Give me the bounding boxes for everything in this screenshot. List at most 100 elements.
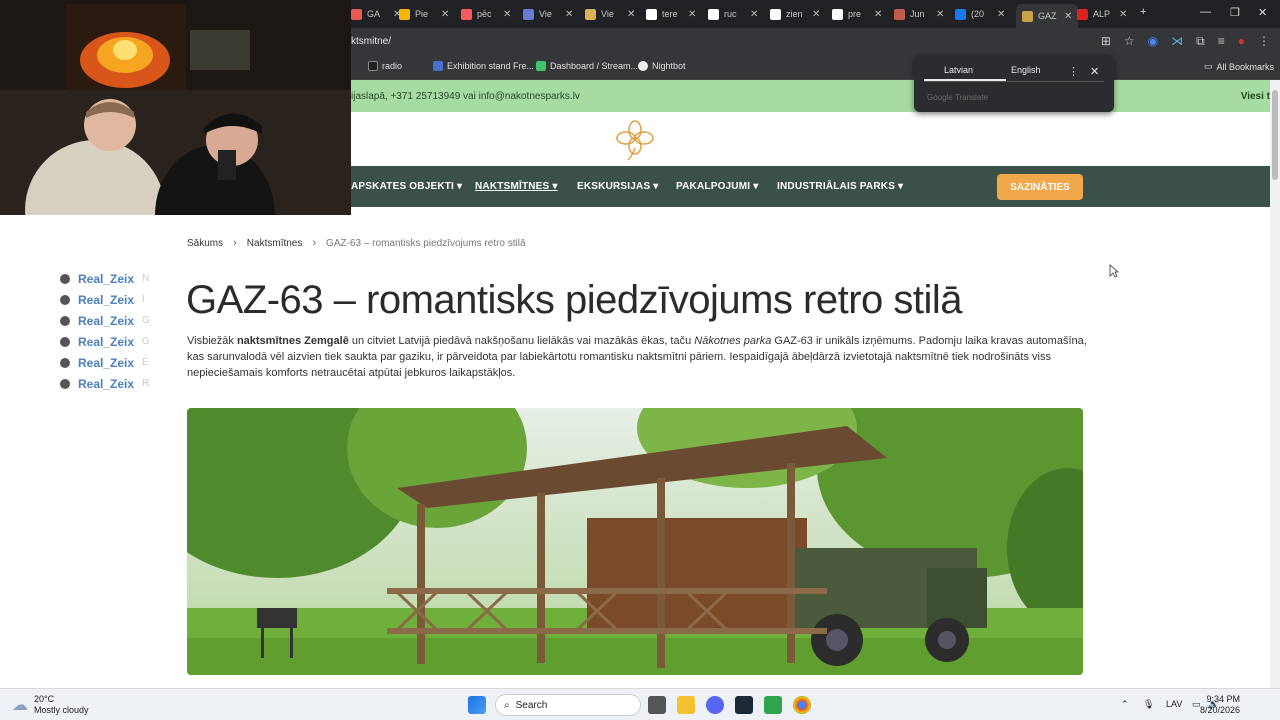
windows-taskbar: ☁ 20°C Mostly cloudy ⌕ Search ⌃ 🎙 LAV ▭ 🔊 …	[0, 688, 1280, 720]
translate-active-indicator	[924, 79, 1006, 81]
extension-icon[interactable]: ◉	[1148, 34, 1158, 49]
contact-info: ijaslapā, +371 25713949 vai info@nakotne…	[351, 91, 580, 102]
discord-icon[interactable]	[706, 696, 724, 714]
profile-avatar[interactable]: ●	[1238, 34, 1245, 49]
nav-apskates-objekti[interactable]: APSKATES OBJEKTI ▾	[351, 181, 462, 192]
reading-list-icon[interactable]: ≡	[1218, 34, 1225, 49]
menu-icon[interactable]: ⋮	[1258, 34, 1270, 49]
extensions-puzzle-icon[interactable]: ⧉	[1196, 34, 1205, 49]
search-icon: ⌕	[504, 699, 510, 711]
tab-favicon-icon	[955, 8, 966, 20]
language-indicator[interactable]: LAV	[1166, 699, 1182, 709]
chrome-icon[interactable]	[793, 696, 811, 714]
tab-close-icon[interactable]: ✕	[997, 9, 1005, 20]
browser-tab[interactable]: pre ✕	[832, 4, 882, 24]
all-bookmarks[interactable]: ▭ All Bookmarks	[1204, 61, 1274, 72]
weather-temp: 20°C	[34, 694, 55, 704]
app-icon[interactable]	[764, 696, 782, 714]
scrollbar-thumb[interactable]	[1272, 90, 1278, 180]
tab-favicon-icon	[461, 8, 472, 20]
clover-logo-icon[interactable]	[614, 118, 656, 162]
breadcrumb-home[interactable]: Sākums	[187, 238, 223, 249]
system-clock[interactable]: 9:34 PM 8/20/2026	[1200, 694, 1240, 716]
translate-icon[interactable]: ⊞	[1101, 34, 1111, 49]
tab-title: Jun	[910, 9, 925, 19]
hero-image	[187, 408, 1083, 675]
tab-favicon-icon	[1022, 10, 1033, 22]
breadcrumb-current: GAZ-63 – romantisks piedzīvojums retro s…	[326, 237, 526, 249]
close-window-button[interactable]: ✕	[1258, 6, 1267, 19]
bookmark-star-icon[interactable]: ☆	[1124, 34, 1135, 49]
browser-tab[interactable]: Jun ✕	[894, 4, 944, 24]
3d-icon	[433, 61, 443, 71]
nav-pakalpojumi[interactable]: PAKALPOJUMI ▾	[676, 181, 758, 192]
browser-tab[interactable]: GAZ ✕	[1016, 4, 1079, 28]
browser-tab[interactable]: ruc ✕	[708, 4, 758, 24]
tab-close-icon[interactable]: ✕	[565, 9, 573, 20]
tab-close-icon[interactable]: ✕	[503, 9, 511, 20]
translate-footer: Google Translate	[927, 93, 988, 102]
chevron-right-icon: ›	[312, 237, 317, 249]
browser-tab[interactable]: Pie ✕	[399, 4, 449, 24]
translate-close-icon[interactable]: ✕	[1090, 65, 1099, 78]
user-badge-icon	[60, 357, 70, 368]
taskbar-search[interactable]: ⌕ Search	[495, 694, 641, 716]
translate-tab-english[interactable]: English	[1011, 65, 1041, 75]
bookmark-nightbot[interactable]: Nightbot	[638, 61, 686, 71]
tab-close-icon[interactable]: ✕	[1064, 11, 1072, 22]
user-badge-icon	[60, 273, 70, 284]
intro-paragraph: Visbiežāk naktsmītnes Zemgalē un citviet…	[187, 335, 1087, 379]
radio-icon	[368, 61, 378, 71]
browser-tab[interactable]: zien ✕	[770, 4, 820, 24]
tab-favicon-icon	[894, 8, 905, 20]
tab-close-icon[interactable]: ✕	[627, 9, 635, 20]
new-tab-button[interactable]: +	[1140, 6, 1146, 18]
browser-tab[interactable]: (20 ✕	[955, 4, 1005, 24]
browser-tab[interactable]: pēc ✕	[461, 4, 511, 24]
cloud-icon: ☁	[12, 697, 28, 714]
tab-close-icon[interactable]: ✕	[688, 9, 696, 20]
tab-close-icon[interactable]: ✕	[750, 9, 758, 20]
breadcrumb-section[interactable]: Naktsmītnes	[247, 238, 303, 249]
nav-industrialais-parks[interactable]: INDUSTRIĀLAIS PARKS ▾	[777, 181, 903, 192]
browser-tab[interactable]: Vie ✕	[523, 4, 573, 24]
translate-divider	[924, 81, 1104, 82]
tab-close-icon[interactable]: ✕	[874, 9, 882, 20]
user-badge-icon	[60, 315, 70, 326]
tray-chevron-icon[interactable]: ⌃	[1121, 699, 1129, 710]
steam-icon[interactable]	[735, 696, 753, 714]
weather-widget[interactable]: ☁ 20°C Mostly cloudy	[12, 694, 89, 716]
tab-close-icon[interactable]: ✕	[812, 9, 820, 20]
mouse-cursor-icon	[1109, 264, 1119, 278]
windows-start-icon[interactable]	[468, 696, 486, 714]
browser-tab[interactable]: ALP ✕	[1077, 4, 1127, 24]
contact-button[interactable]: SAZINĀTIES	[997, 174, 1083, 200]
minimize-button[interactable]: —	[1200, 6, 1211, 18]
browser-tab[interactable]: tere ✕	[646, 4, 696, 24]
microphone-icon[interactable]: 🎙	[1143, 699, 1154, 710]
browser-tab[interactable]: GA ✕	[351, 4, 401, 24]
tab-close-icon[interactable]: ✕	[441, 9, 449, 20]
tab-close-icon[interactable]: ✕	[1119, 9, 1127, 20]
bookmark-dashboard[interactable]: Dashboard / Stream...	[536, 61, 638, 71]
nav-naktsmitnes[interactable]: NAKTSMĪTNES ▾	[475, 181, 558, 192]
translate-more-icon[interactable]: ⋮	[1068, 65, 1079, 78]
translate-tab-latvian[interactable]: Latvian	[944, 65, 973, 75]
chat-message: Real_Zeix E	[60, 352, 150, 373]
tab-close-icon[interactable]: ✕	[936, 9, 944, 20]
chevron-right-icon: ›	[233, 237, 237, 249]
weather-desc: Mostly cloudy	[34, 705, 89, 715]
maximize-button[interactable]: ❐	[1230, 6, 1240, 19]
url-text[interactable]: ktsmitne/	[351, 36, 391, 47]
bookmark-exhibition[interactable]: Exhibition stand Fre...	[433, 61, 534, 71]
dashboard-icon	[536, 61, 546, 71]
folder-icon: ▭	[1204, 61, 1213, 71]
nav-ekskursijas[interactable]: EKSKURSIJAS ▾	[577, 181, 659, 192]
file-explorer-icon[interactable]	[677, 696, 695, 714]
bookmark-radio[interactable]: radio	[368, 61, 402, 71]
task-view-icon[interactable]	[648, 696, 666, 714]
page-scrollbar[interactable]	[1270, 80, 1280, 688]
extension-icon[interactable]: ⋊	[1171, 34, 1183, 49]
browser-tab[interactable]: Vie ✕	[585, 4, 635, 24]
info-right-link[interactable]: Viesi t	[1241, 91, 1270, 102]
